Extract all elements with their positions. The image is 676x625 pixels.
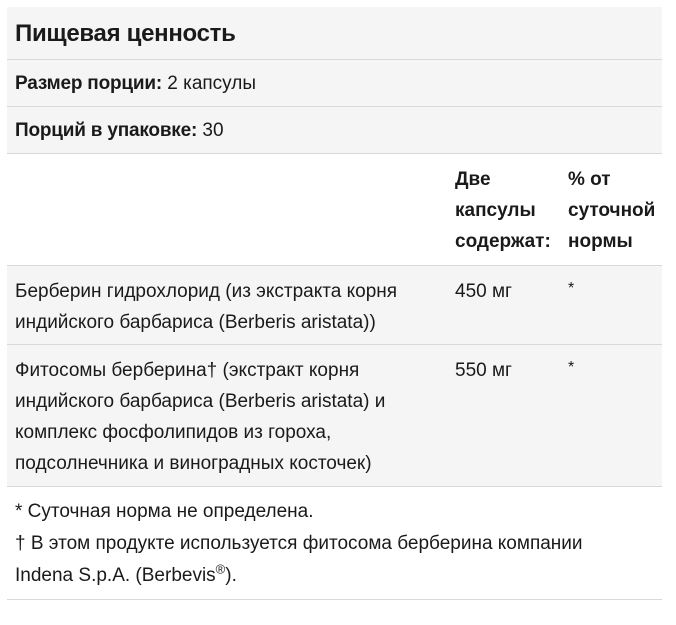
table-header-row: Две капсулы содержат: % от суточной норм… [7,154,662,266]
ingredient-name-line: комплекс фосфолипидов из гороха, [15,422,332,443]
dv-header-line: нормы [568,231,633,252]
daily-value-column-header: % от суточной нормы [568,164,655,257]
amount-header-line: Две [455,169,491,190]
ingredient-name-line: индийского барбариса (Berberis aristata)… [15,312,376,333]
ingredient-daily-value: * [568,280,575,297]
servings-per-container-value: 30 [197,120,224,141]
daily-value-footnote: * Суточная норма не определена. [15,501,314,522]
phytosome-footnote-line: † В этом продукте используется фитосома … [15,533,583,554]
ingredient-row: Фитосомы берберина† (экстракт корня инди… [7,345,662,487]
serving-size-label: Размер порции: [15,73,162,94]
registered-mark: ® [215,561,226,577]
ingredient-daily-value: * [568,359,575,376]
ingredient-row: Берберин гидрохлорид (из экстракта корня… [7,266,662,345]
ingredient-amount: 550 мг [455,360,512,381]
brand-text: Indena S.p.A. (Berbevis [15,565,216,586]
amount-header-line: содержат: [455,231,551,252]
dv-header-line: суточной [568,200,656,221]
ingredient-name: Берберин гидрохлорид (из экстракта корня… [15,276,435,338]
supplement-facts-panel: Пищевая ценность Размер порции: 2 капсул… [7,7,662,600]
footnotes: * Суточная норма не определена. † В этом… [7,487,662,600]
amount-column-header: Две капсулы содержат: [455,164,551,257]
serving-size-value: 2 капсулы [161,73,257,94]
amount-header-line: капсулы [455,200,536,221]
ingredient-name-line: Фитосомы берберина† (экстракт корня [15,360,360,381]
serving-size-row: Размер порции: 2 капсулы [7,60,662,107]
ingredient-name: Фитосомы берберина† (экстракт корня инди… [15,355,435,479]
servings-per-container-label: Порций в упаковке: [15,120,198,141]
servings-per-container-row: Порций в упаковке: 30 [7,107,662,154]
ingredient-name-line: подсолнечника и виноградных косточек) [15,453,372,474]
closing-text: ). [225,565,237,586]
ingredient-amount: 450 мг [455,281,512,302]
dv-header-line: % от [568,169,611,190]
panel-title: Пищевая ценность [7,7,662,60]
phytosome-footnote-line: Indena S.p.A. (Berbevis®). [15,560,654,592]
ingredient-name-line: Берберин гидрохлорид (из экстракта корня [15,281,398,302]
ingredient-name-line: индийского барбариса (Berberis aristata)… [15,391,386,412]
